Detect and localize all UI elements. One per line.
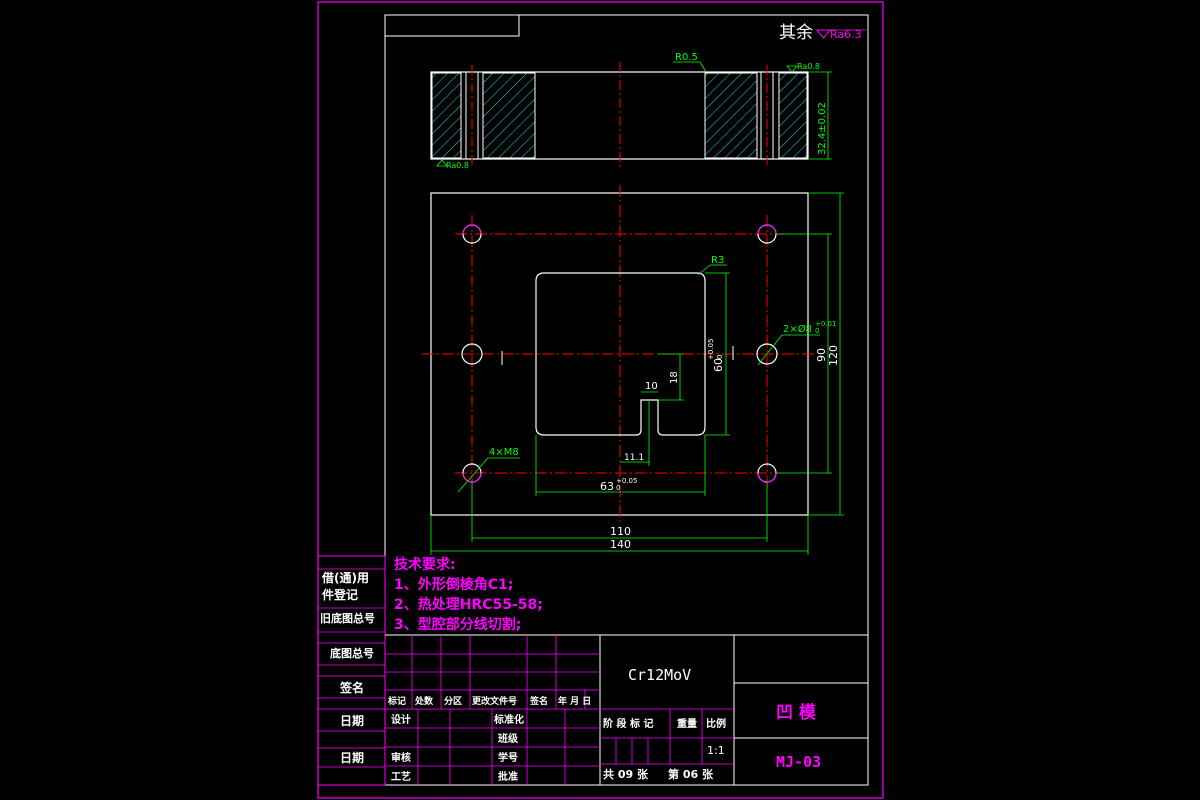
row-approve: 批准 bbox=[498, 770, 518, 783]
side-column: 借(通)用 件登记 旧底图总号 底图总号 签名 日期 日期 bbox=[317, 555, 386, 786]
roughness-symbol-icon bbox=[815, 29, 832, 39]
dim-110: 110 bbox=[610, 525, 631, 538]
row-student-no: 学号 bbox=[498, 751, 518, 764]
rev-header: 处数 bbox=[414, 695, 434, 707]
front-roughness-bottom: Ra0.8 bbox=[446, 161, 469, 170]
front-section-view: R0.5 Ra0.8 Ra0.8 32.4±0.02 bbox=[430, 52, 832, 170]
drawing-number: MJ-03 bbox=[776, 753, 821, 771]
row-class: 班级 bbox=[498, 732, 519, 745]
dim-120: 120 bbox=[827, 345, 840, 366]
roughness-symbol-icon bbox=[786, 65, 798, 73]
side-label: 借(通)用 bbox=[321, 570, 369, 585]
row-process: 工艺 bbox=[391, 770, 411, 783]
stage-header: 阶 段 标 记 bbox=[603, 717, 653, 730]
plan-view: R3 60 +0.05 0 10 18 11.1 63 +0.05 0 4×M8 bbox=[422, 185, 844, 555]
dowel-hole-callout: 2×Ø8 bbox=[783, 323, 812, 335]
row-review: 审核 bbox=[391, 751, 411, 764]
scale: 1:1 bbox=[707, 744, 725, 757]
rev-header: 签名 bbox=[529, 695, 548, 707]
tapped-hole-callout: 4×M8 bbox=[489, 447, 519, 458]
front-fillet-label: R0.5 bbox=[675, 52, 698, 63]
dim-60-tol-low: 0 bbox=[716, 355, 724, 359]
front-thickness-dim: 32.4±0.02 bbox=[817, 102, 828, 155]
side-label: 签名 bbox=[339, 680, 364, 695]
dim-11-1: 11.1 bbox=[624, 453, 644, 463]
side-label: 旧底图总号 bbox=[320, 611, 375, 625]
tech-requirement-item: 2、热处理HRC55-58; bbox=[394, 596, 543, 613]
sheet-no: 第 06 张 bbox=[668, 767, 714, 781]
part-name: 凹 模 bbox=[776, 702, 817, 723]
tech-requirement-item: 1、外形倒棱角C1; bbox=[394, 576, 513, 593]
dowel-hole-tol-low: 0 bbox=[815, 327, 819, 335]
material: Cr12MoV bbox=[628, 666, 691, 684]
dim-63-tol-low: 0 bbox=[616, 484, 620, 492]
row-standard: 标准化 bbox=[493, 713, 524, 726]
rev-header: 更改文件号 bbox=[472, 695, 517, 707]
rev-header: 分区 bbox=[444, 695, 462, 707]
side-label: 件登记 bbox=[322, 587, 358, 602]
title-block: 标记 处数 分区 更改文件号 签名 年 月 日 设计 标准化 班级 审核 学号 … bbox=[385, 634, 868, 785]
front-roughness-top: Ra0.8 bbox=[797, 62, 820, 71]
rev-header: 标记 bbox=[387, 695, 406, 707]
dim-10: 10 bbox=[645, 381, 658, 392]
dim-63: 63 bbox=[600, 480, 614, 493]
tech-requirement-item: 3、型腔部分线切割; bbox=[394, 616, 521, 633]
cad-drawing-canvas: 其余 Ra6.3 R0.5 Ra0.8 Ra0.8 32.4±0.02 R3 6… bbox=[317, 1, 884, 799]
tech-requirements-title: 技术要求: bbox=[394, 556, 456, 573]
stage-header: 比例 bbox=[706, 717, 726, 730]
stage-header: 重量 bbox=[677, 717, 697, 730]
pocket-fillet-label: R3 bbox=[711, 255, 724, 266]
dim-18: 18 bbox=[669, 371, 680, 384]
surface-note-roughness: Ra6.3 bbox=[830, 28, 862, 41]
sheets-total: 共 09 张 bbox=[603, 767, 649, 781]
surface-note-text: 其余 bbox=[779, 23, 813, 43]
rev-header: 年 月 日 bbox=[558, 695, 591, 707]
side-label: 日期 bbox=[340, 750, 364, 765]
tech-requirements: 技术要求: 1、外形倒棱角C1; 2、热处理HRC55-58; 3、型腔部分线切… bbox=[394, 556, 543, 633]
surface-roughness-note: 其余 Ra6.3 bbox=[779, 23, 866, 43]
side-label: 日期 bbox=[340, 713, 364, 728]
row-design: 设计 bbox=[391, 713, 411, 726]
side-label: 底图总号 bbox=[330, 646, 374, 660]
dim-140: 140 bbox=[610, 538, 631, 551]
dim-60-tol: +0.05 bbox=[707, 339, 715, 360]
